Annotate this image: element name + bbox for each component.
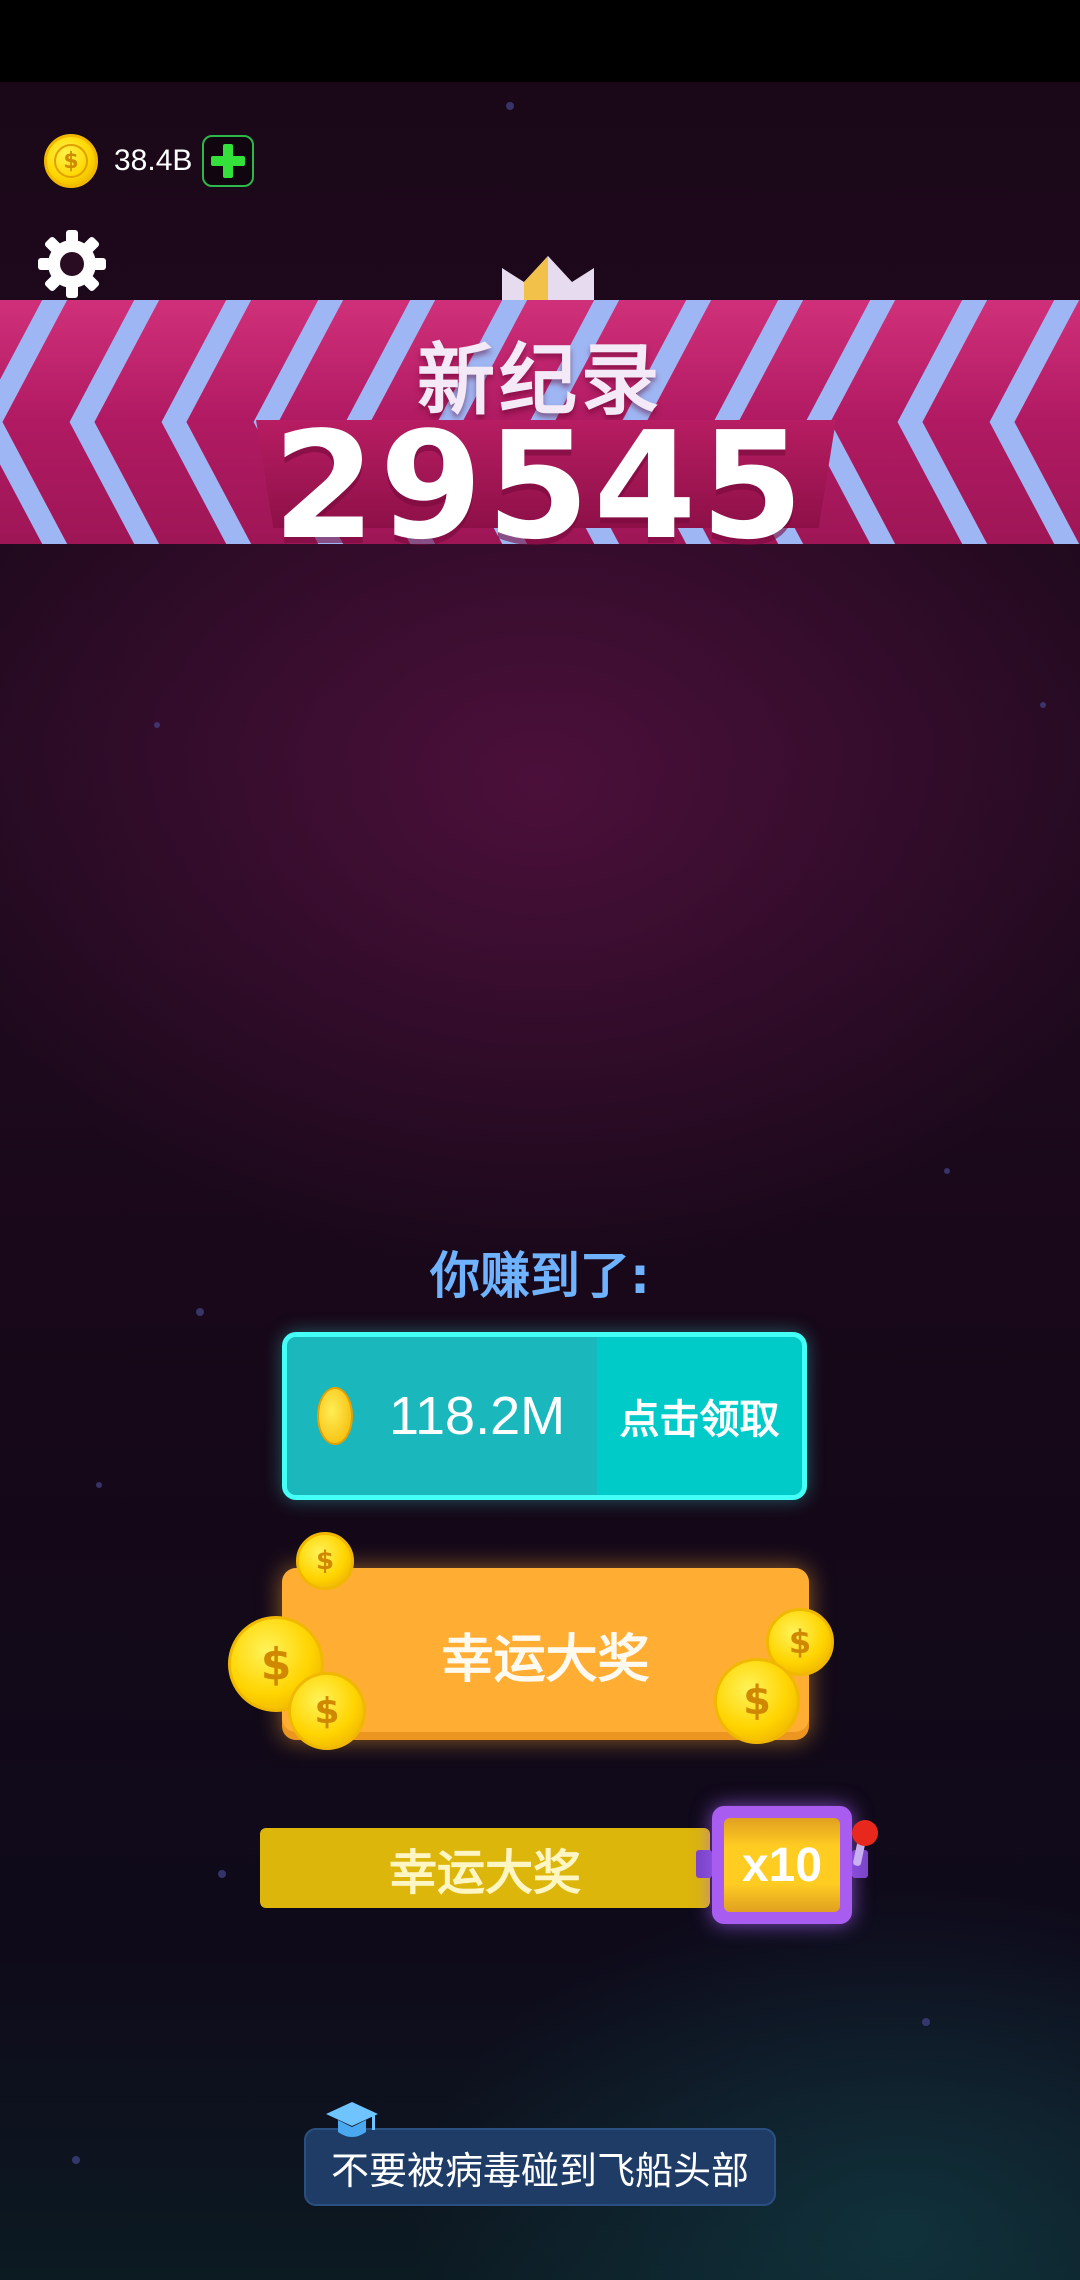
background-star (1040, 702, 1046, 708)
claim-label: 点击领取 (619, 1397, 780, 1443)
settings-gear-icon[interactable] (38, 230, 106, 298)
background-star (196, 1308, 204, 1316)
plus-icon (211, 144, 246, 178)
background-star (944, 1168, 950, 1174)
slot-multiplier: x10 (724, 1818, 840, 1912)
score-value: 29545 (272, 400, 808, 572)
coin-icon: $ (44, 134, 98, 188)
claim-reward-button[interactable]: 118.2M 点击领取 (282, 1332, 807, 1500)
lucky-jackpot-slot-button[interactable]: 幸运大奖 (260, 1828, 710, 1908)
status-bar (0, 0, 1080, 82)
background-star (506, 102, 514, 110)
slot-machine-side (696, 1850, 712, 1878)
background-star (154, 722, 160, 728)
background-star (922, 2018, 930, 2026)
currency-amount: 38.4B (114, 144, 193, 177)
reward-amount: 118.2M (389, 1386, 566, 1446)
coin-icon: $ (296, 1532, 354, 1590)
earned-label: 你赚到了: (430, 1247, 650, 1305)
add-coins-button[interactable] (202, 135, 255, 187)
crown-icon (502, 256, 594, 302)
reward-amount-area: 118.2M (287, 1337, 597, 1495)
coin-icon (317, 1387, 353, 1445)
graduation-cap-icon (326, 2102, 378, 2137)
coin-icon: $ (288, 1672, 366, 1750)
slot-machine-icon[interactable]: x10 (712, 1806, 852, 1924)
coin-icon: $ (714, 1658, 800, 1744)
currency-display: $ 38.4B (44, 133, 255, 189)
background-star (72, 2156, 80, 2164)
background-star (96, 1482, 102, 1488)
slot-lever-knob (852, 1820, 878, 1846)
background-star (218, 1870, 226, 1878)
